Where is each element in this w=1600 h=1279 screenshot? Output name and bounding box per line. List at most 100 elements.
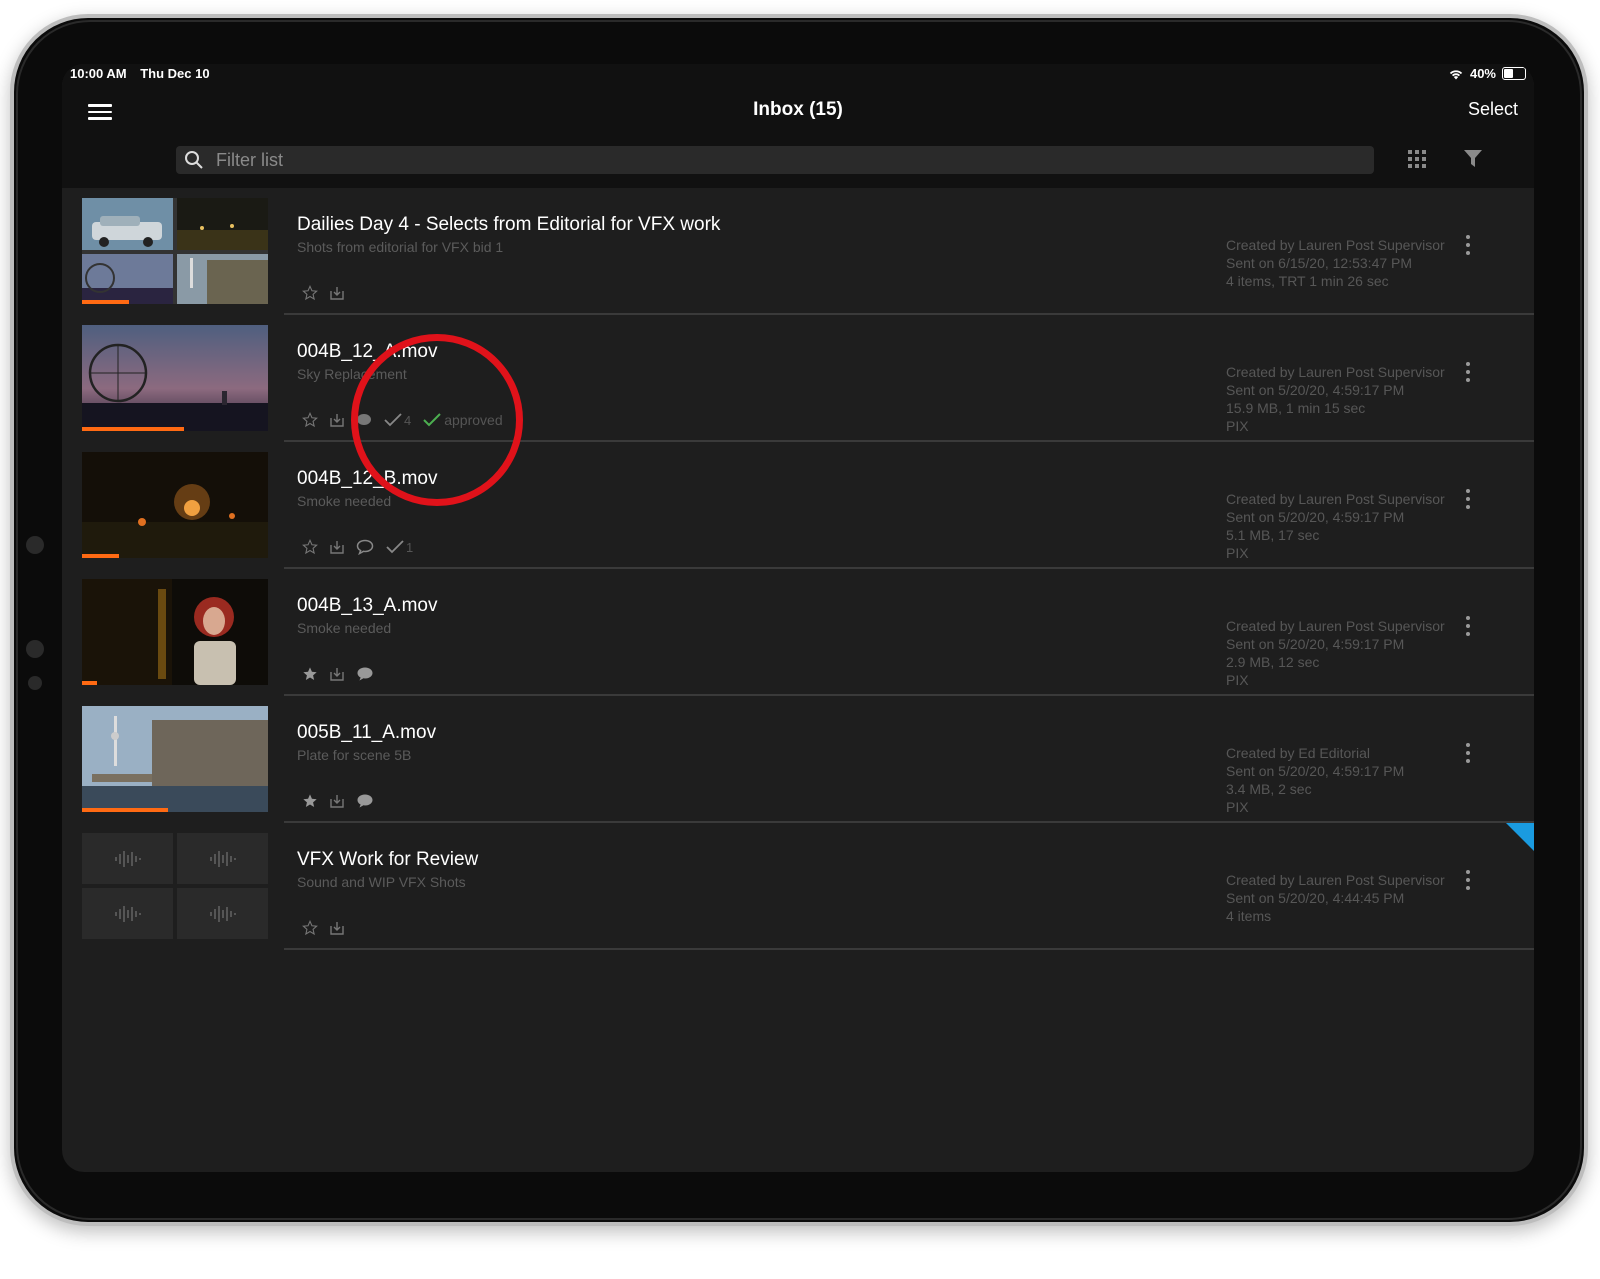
star-icon[interactable] xyxy=(302,285,318,301)
meta-sent-on: Sent on 5/20/20, 4:59:17 PM xyxy=(1226,509,1405,525)
download-icon[interactable] xyxy=(330,540,344,554)
list-item[interactable]: VFX Work for Review Sound and WIP VFX Sh… xyxy=(62,823,1534,950)
item-metadata: Created by Lauren Post Supervisor Sent o… xyxy=(1226,236,1445,290)
list-item[interactable]: Dailies Day 4 - Selects from Editorial f… xyxy=(62,188,1534,315)
meta-created-by: Created by Lauren Post Supervisor xyxy=(1226,618,1445,634)
waveform-icon xyxy=(114,850,141,867)
item-subtitle: Smoke needed xyxy=(297,620,392,636)
nav-bar: Inbox (15) Select xyxy=(62,92,1534,146)
meta-created-by: Created by Ed Editorial xyxy=(1226,745,1370,761)
unread-indicator xyxy=(1506,823,1534,851)
download-icon[interactable] xyxy=(330,921,344,935)
approvals-count: 4 xyxy=(384,413,411,428)
comment-icon[interactable] xyxy=(356,413,372,427)
more-icon[interactable] xyxy=(1464,362,1472,386)
filter-bar xyxy=(62,146,1534,188)
more-icon[interactable] xyxy=(1464,616,1472,640)
more-icon[interactable] xyxy=(1464,870,1472,894)
comment-icon[interactable] xyxy=(356,793,374,809)
filter-icon[interactable] xyxy=(1464,150,1482,173)
audio-cell xyxy=(82,833,173,884)
item-metadata: Created by Lauren Post Supervisor Sent o… xyxy=(1226,490,1445,562)
thumbnail xyxy=(82,452,268,558)
thumbnail xyxy=(82,325,268,431)
meta-sent-on: Sent on 5/20/20, 4:44:45 PM xyxy=(1226,890,1405,906)
meta-sent-on: Sent on 5/20/20, 4:59:17 PM xyxy=(1226,382,1405,398)
item-title: 005B_11_A.mov xyxy=(297,722,437,743)
progress-bar xyxy=(82,681,97,685)
list-item[interactable]: 005B_11_A.mov Plate for scene 5B Created… xyxy=(62,696,1534,823)
download-icon[interactable] xyxy=(330,413,344,427)
device-side-button xyxy=(26,536,44,554)
thumbnail xyxy=(82,706,268,812)
star-icon[interactable] xyxy=(302,920,318,936)
device-side-button xyxy=(28,676,42,690)
download-icon[interactable] xyxy=(330,794,344,808)
list-item[interactable]: 004B_13_A.mov Smoke needed Created by La… xyxy=(62,569,1534,696)
thumbnail xyxy=(82,579,268,685)
progress-bar xyxy=(82,808,168,812)
list-item[interactable]: 004B_12_B.mov Smoke needed 1 Created by xyxy=(62,442,1534,569)
meta-size: 15.9 MB, 1 min 15 sec xyxy=(1226,400,1366,416)
meta-sent-on: Sent on 5/20/20, 4:59:17 PM xyxy=(1226,636,1405,652)
battery-level xyxy=(1504,69,1513,78)
filter-input[interactable] xyxy=(214,148,1318,172)
select-button[interactable]: Select xyxy=(1468,99,1518,120)
star-icon[interactable] xyxy=(302,793,318,809)
meta-size: 4 items xyxy=(1226,908,1272,924)
progress-bar xyxy=(82,554,120,558)
more-icon[interactable] xyxy=(1464,743,1472,767)
item-subtitle: Sound and WIP VFX Shots xyxy=(297,874,466,890)
more-icon[interactable] xyxy=(1464,489,1472,513)
item-title: 004B_12_B.mov xyxy=(297,468,438,489)
search-box xyxy=(176,146,1374,174)
star-icon[interactable] xyxy=(302,666,318,682)
approvals-number: 4 xyxy=(404,412,412,428)
meta-type: PIX xyxy=(1226,545,1249,561)
audio-cell xyxy=(82,888,173,939)
waveform-icon xyxy=(114,905,141,922)
meta-size: 4 items, TRT 1 min 26 sec xyxy=(1226,273,1389,289)
item-subtitle: Shots from editorial for VFX bid 1 xyxy=(297,239,504,255)
search-icon xyxy=(185,151,203,169)
meta-created-by: Created by Lauren Post Supervisor xyxy=(1226,364,1445,380)
meta-created-by: Created by Lauren Post Supervisor xyxy=(1226,237,1445,253)
item-title: 004B_13_A.mov xyxy=(297,595,438,616)
item-title: VFX Work for Review xyxy=(297,849,479,870)
star-icon[interactable] xyxy=(302,539,318,555)
more-icon[interactable] xyxy=(1464,235,1472,259)
approved-label: approved xyxy=(444,412,503,428)
meta-size: 3.4 MB, 2 sec xyxy=(1226,781,1312,797)
meta-sent-on: Sent on 6/15/20, 12:53:47 PM xyxy=(1226,255,1413,271)
item-metadata: Created by Ed Editorial Sent on 5/20/20,… xyxy=(1226,744,1404,816)
status-time: 10:00 AM xyxy=(70,66,127,81)
comment-icon[interactable] xyxy=(356,539,374,555)
status-indicators: 40% xyxy=(1448,66,1526,81)
thumbnail-audio-collage xyxy=(82,833,268,939)
waveform-icon xyxy=(209,850,236,867)
approvals-number: 1 xyxy=(406,539,414,555)
item-metadata: Created by Lauren Post Supervisor Sent o… xyxy=(1226,871,1445,925)
item-subtitle: Smoke needed xyxy=(297,493,392,509)
approvals-count: 1 xyxy=(386,540,413,555)
progress-bar xyxy=(82,427,185,431)
meta-type: PIX xyxy=(1226,418,1249,434)
comment-icon[interactable] xyxy=(356,666,374,682)
item-actions xyxy=(302,284,344,302)
progress-bar xyxy=(82,300,129,304)
grid-icon[interactable] xyxy=(1408,150,1426,173)
approved-status: approved xyxy=(423,412,503,428)
meta-size: 2.9 MB, 12 sec xyxy=(1226,654,1320,670)
item-subtitle: Sky Replacement xyxy=(297,366,407,382)
item-subtitle: Plate for scene 5B xyxy=(297,747,412,763)
download-icon[interactable] xyxy=(330,286,344,300)
meta-created-by: Created by Lauren Post Supervisor xyxy=(1226,872,1445,888)
status-time-date: 10:00 AM Thu Dec 10 xyxy=(70,66,220,81)
device-side-button xyxy=(26,640,44,658)
download-icon[interactable] xyxy=(330,667,344,681)
row-divider xyxy=(284,948,1534,950)
list-item[interactable]: 004B_12_A.mov Sky Replacement 4 approved… xyxy=(62,315,1534,442)
star-icon[interactable] xyxy=(302,412,318,428)
meta-sent-on: Sent on 5/20/20, 4:59:17 PM xyxy=(1226,763,1405,779)
battery-icon xyxy=(1502,67,1526,80)
